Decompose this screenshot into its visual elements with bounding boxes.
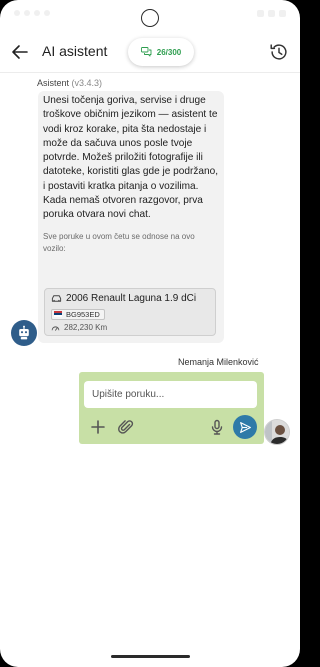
history-button[interactable]: [268, 41, 290, 63]
add-button[interactable]: [89, 418, 107, 436]
send-icon: [239, 421, 251, 433]
front-camera: [141, 9, 159, 27]
microphone-icon: [211, 419, 223, 435]
license-plate-number: BG953ED: [66, 309, 100, 319]
assistant-message-bubble: Unesi točenja goriva, servise i druge tr…: [38, 91, 224, 343]
assistant-avatar: [11, 320, 37, 346]
vehicle-card[interactable]: 2006 Renault Laguna 1.9 dCi BG953ED 282,…: [44, 288, 216, 336]
assistant-name: Asistent: [37, 78, 70, 88]
history-icon: [270, 44, 287, 60]
serbia-flag-icon: [54, 311, 62, 317]
message-composer: [79, 372, 264, 444]
arrow-left-icon: [12, 45, 28, 59]
assistant-message-text: Unesi točenja goriva, servise i druge tr…: [43, 95, 219, 221]
app-bar-divider: [0, 72, 300, 73]
user-sender-label: Nemanja Milenković: [178, 357, 259, 367]
license-plate: BG953ED: [51, 308, 105, 320]
back-button[interactable]: [8, 40, 32, 64]
home-indicator: [111, 655, 190, 658]
app-bar: AI asistent 26/300: [0, 32, 300, 72]
user-photo: [265, 420, 289, 444]
robot-icon: [19, 325, 29, 340]
speedometer-icon: [51, 326, 60, 331]
status-bar: [0, 0, 300, 30]
message-quota-badge[interactable]: 26/300: [128, 38, 194, 66]
status-icons-left: [14, 10, 50, 16]
vehicle-context-note: Sve poruke u ovom četu se odnose na ovo …: [43, 231, 195, 254]
message-input[interactable]: [84, 381, 257, 408]
page-title: AI asistent: [42, 43, 108, 59]
send-button[interactable]: [233, 415, 257, 439]
attach-button[interactable]: [117, 418, 135, 436]
paperclip-icon: [118, 420, 134, 434]
chat-bubbles-icon: [140, 47, 152, 57]
car-icon: [51, 295, 62, 302]
quota-count: 26/300: [156, 47, 182, 57]
vehicle-mileage: 282,230 Km: [64, 323, 108, 332]
phone-screen: AI asistent 26/300 Asistent (v3.4.3) Une…: [0, 0, 300, 667]
assistant-version: (v3.4.3): [71, 78, 103, 88]
status-icons-right: [257, 10, 286, 17]
user-avatar: [264, 419, 290, 445]
mic-button[interactable]: [208, 418, 226, 436]
vehicle-title: 2006 Renault Laguna 1.9 dCi: [66, 293, 197, 304]
assistant-sender-label: Asistent (v3.4.3): [37, 78, 102, 88]
plus-icon: [91, 420, 105, 434]
